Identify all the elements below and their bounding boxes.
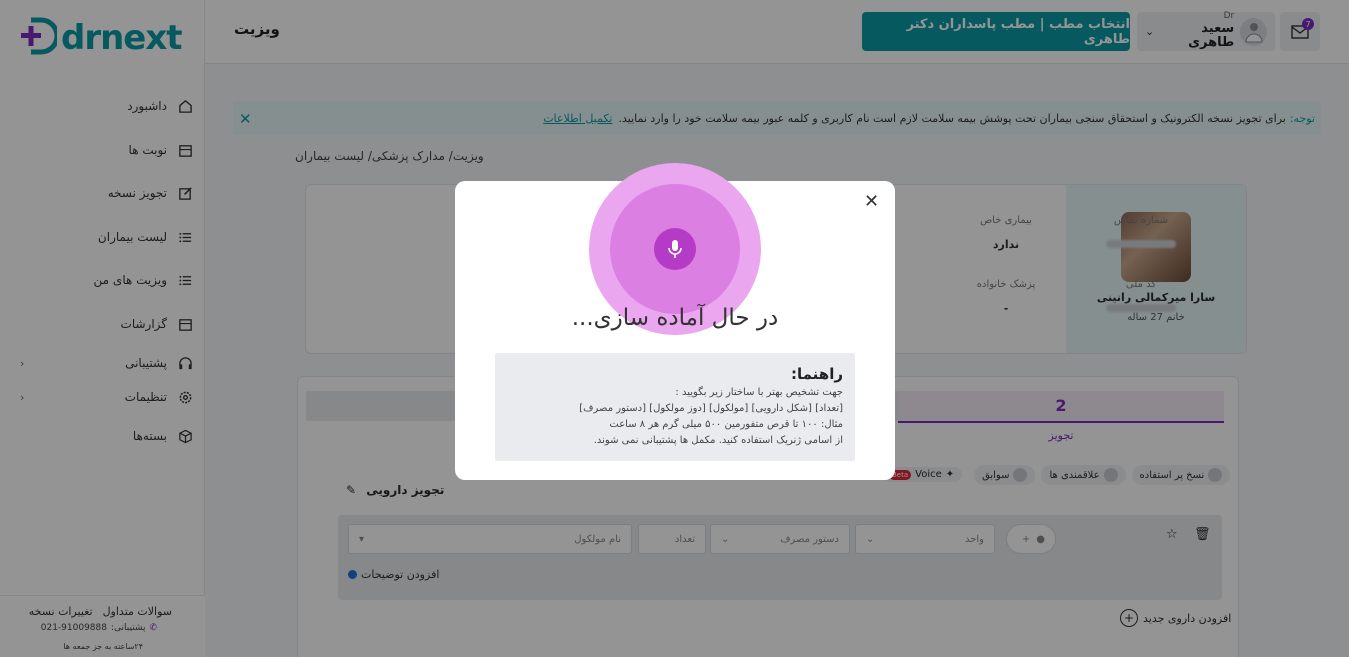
guide-title: راهنما: (791, 365, 843, 383)
voice-guide: راهنما: جهت تشخیص بهتر با ساختار زیر بگو… (495, 353, 855, 461)
voice-dialog: ✕ در حال آماده سازی... راهنما: جهت تشخیص… (455, 163, 895, 480)
guide-line: [تعداد] [شکل دارویی] [مولکول] [دوز مولکو… (579, 403, 843, 414)
guide-line: جهت تشخیص بهتر با ساختار زیر بگویید : (675, 387, 843, 398)
microphone-icon (668, 240, 682, 258)
guide-line: مثال: ۱۰۰ تا قرص متفورمین ۵۰۰ میلی گرم ه… (609, 419, 843, 430)
microphone-button[interactable] (654, 228, 696, 270)
status-text: در حال آماده سازی... (571, 305, 779, 331)
guide-line: از اسامی ژنریک استفاده کنید. مکمل ها پشت… (593, 435, 843, 446)
close-icon[interactable]: ✕ (864, 191, 879, 212)
